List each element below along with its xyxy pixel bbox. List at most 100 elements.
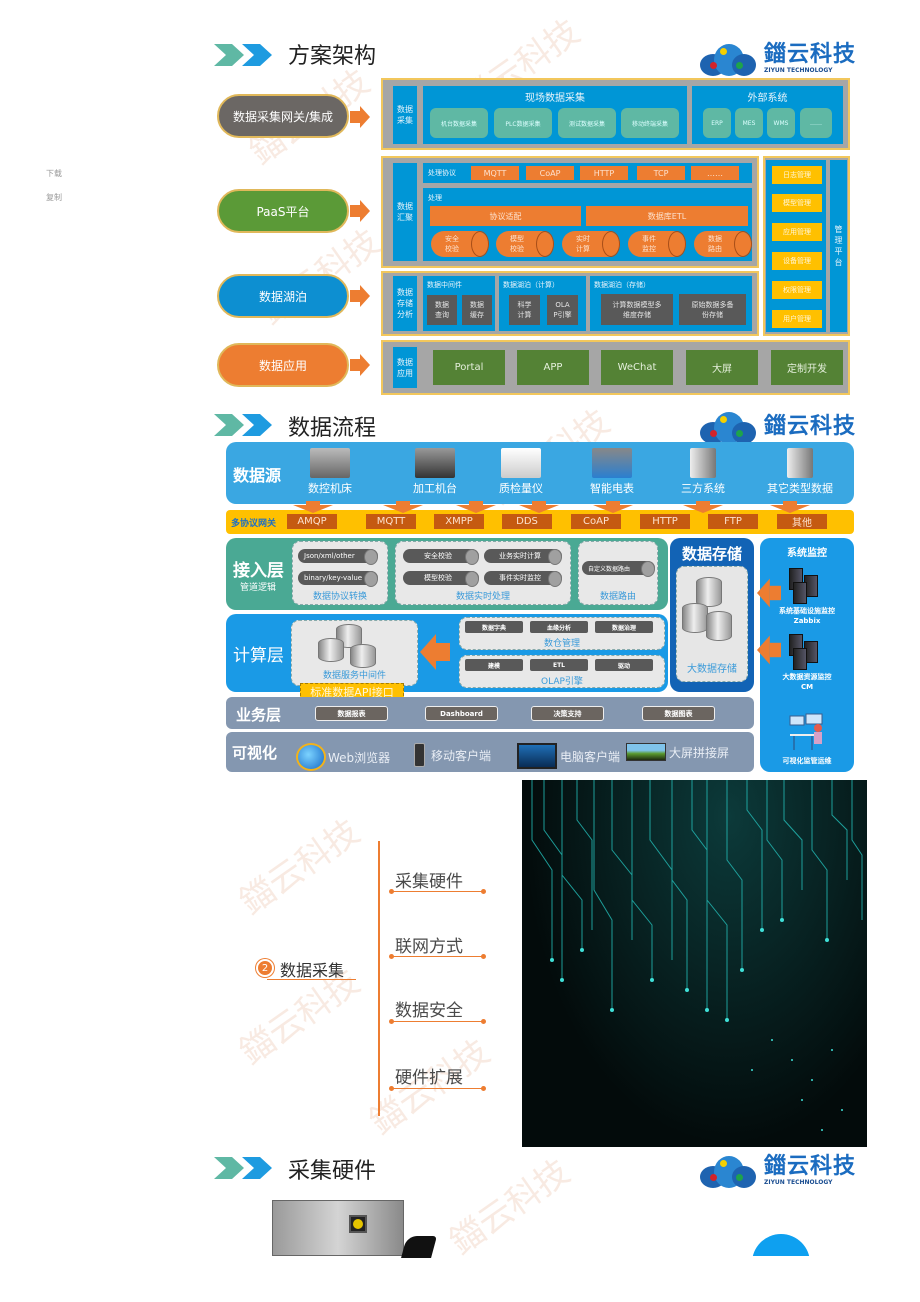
source-item: 智能电表 (574, 448, 650, 496)
convert-caption: 数据协议转换 (312, 592, 367, 602)
chip-conveyor-image (401, 1236, 437, 1258)
access-label: 接入层 (233, 561, 284, 581)
item-underline (389, 1086, 486, 1091)
chevron-icon (214, 414, 276, 440)
service-middleware-caption: 数据服务中间件 (322, 671, 386, 681)
business-item: Dashboard (425, 706, 498, 721)
visual-label: 可视化 (232, 744, 278, 762)
gateway-protocol: DDS (502, 514, 552, 529)
process-title: 处理 (428, 194, 442, 202)
circuit-lines-icon (531, 780, 863, 1131)
arrow-left-icon (420, 634, 450, 670)
logo-name: 鍿云科技 (764, 42, 857, 67)
visual-item: 电脑客户端 (517, 743, 620, 769)
management-item: 日志管理 (772, 166, 822, 184)
realtime-item: 事件实时监控 (484, 571, 562, 587)
scale-icon (501, 448, 541, 478)
warehouse-item: 数据字典 (465, 621, 523, 633)
hardware-title: 采集硬件 (288, 1159, 377, 1184)
section-number-badge: 2 (256, 959, 274, 977)
convert-item: Json/xml/other (298, 549, 378, 565)
arrow-down-icon (519, 501, 559, 513)
business-item: 数据图表 (642, 706, 715, 721)
gateway-protocol: FTP (708, 514, 758, 529)
storage-label: 数据 存储 分析 (393, 276, 417, 331)
watermark: 鍿云科技 (232, 811, 368, 923)
gateway-label: 多协议网关 (231, 519, 277, 529)
monitor-item: 大数据资源监控 CM (782, 673, 832, 691)
copy-link[interactable]: 复制 (46, 192, 62, 203)
pill-gateway: 数据采集网关/集成 (217, 94, 349, 138)
convert-item: binary/key-value (298, 571, 378, 587)
management-label: 管 理 平 台 (830, 160, 847, 332)
management-item: 设备管理 (772, 252, 822, 270)
source-item: 加工机台 (397, 448, 473, 496)
collection-item-network[interactable]: 联网方式 (395, 932, 463, 957)
app-item-portal: Portal (433, 350, 505, 385)
protocol-chip: MQTT (471, 166, 519, 180)
realtime-caption: 数据实时处理 (455, 592, 510, 602)
process-bar: 协议适配 (430, 206, 581, 226)
warehouse-item: 血缘分析 (530, 621, 588, 633)
protocol-title: 处理协议 (428, 169, 456, 177)
protocol-chip: …… (691, 166, 739, 180)
arrow-down-icon (770, 501, 810, 513)
application-label: 数据 应用 (393, 347, 417, 388)
realtime-item: 业务实时计算 (484, 549, 562, 565)
onsite-item: 移动终端采集 (621, 108, 679, 138)
cnc-machine-icon (310, 448, 350, 478)
process-bar: 数据库ETL (586, 206, 748, 226)
arrow-down-icon (683, 501, 723, 513)
company-logo: 鍿云科技 (696, 408, 856, 446)
olap-item: 驱动 (595, 659, 653, 671)
vertical-divider (378, 841, 380, 1116)
logo-english: ZIYUN TECHNOLOGY (764, 1179, 833, 1186)
arrow-down-icon (456, 501, 496, 513)
protocol-chip: HTTP (580, 166, 628, 180)
process-cylinder: 数据 路由 (694, 231, 752, 257)
business-item: 决策支持 (531, 706, 604, 721)
business-item: 数据报表 (315, 706, 388, 721)
management-item: 模型管理 (772, 194, 822, 212)
collection-item-security[interactable]: 数据安全 (395, 996, 463, 1021)
collection-item-hardware[interactable]: 采集硬件 (395, 867, 463, 892)
video-wall-icon (626, 743, 666, 761)
business-label: 业务层 (236, 706, 282, 724)
lake-store-item: 原始数据多备 份存储 (679, 294, 746, 325)
server-icon (793, 582, 807, 604)
protocol-chip: CoAP (526, 166, 574, 180)
database-icon (682, 577, 742, 657)
olap-item: 建模 (465, 659, 523, 671)
compute-label: 计算层 (233, 646, 284, 666)
item-underline (389, 889, 486, 894)
app-item-app: APP (517, 350, 589, 385)
database-icon (318, 624, 388, 670)
onsite-item: PLC数据采集 (494, 108, 552, 138)
title-underline (267, 979, 356, 980)
company-logo: 鍿云科技 ZIYUN TECHNOLOGY (696, 40, 856, 78)
company-logo: 鍿云科技 ZIYUN TECHNOLOGY (696, 1152, 856, 1190)
arrow-right-icon (350, 285, 370, 307)
source-item: 三方系统 (665, 448, 741, 496)
download-link[interactable]: 下载 (46, 168, 62, 179)
pill-lake: 数据湖泊 (217, 274, 349, 318)
lake-compute-item: 科学 计算 (509, 295, 540, 325)
source-item: 质检量仪 (483, 448, 559, 496)
logo-english: ZIYUN TECHNOLOGY (764, 67, 833, 74)
warehouse-caption: 数仓管理 (543, 639, 580, 649)
source-label: 数据源 (233, 466, 282, 485)
process-cylinder: 事件 监控 (628, 231, 686, 257)
storage-title: 数据存储 (681, 545, 742, 563)
collection-item-expansion[interactable]: 硬件扩展 (395, 1063, 463, 1088)
arch-title: 方案架构 (288, 44, 377, 69)
pill-paas: PaaS平台 (217, 189, 349, 233)
item-underline (389, 1019, 486, 1024)
arrow-down-icon (293, 501, 333, 513)
management-item: 应用管理 (772, 223, 822, 241)
external-item: WMS (767, 108, 795, 138)
process-cylinder: 实时 计算 (562, 231, 620, 257)
lake-compute-title: 数据湖泊（计算） (503, 281, 559, 289)
phone-icon (414, 743, 425, 767)
cloud-logo-icon (696, 40, 758, 78)
lake-store-title: 数据湖泊（存储） (594, 281, 650, 289)
